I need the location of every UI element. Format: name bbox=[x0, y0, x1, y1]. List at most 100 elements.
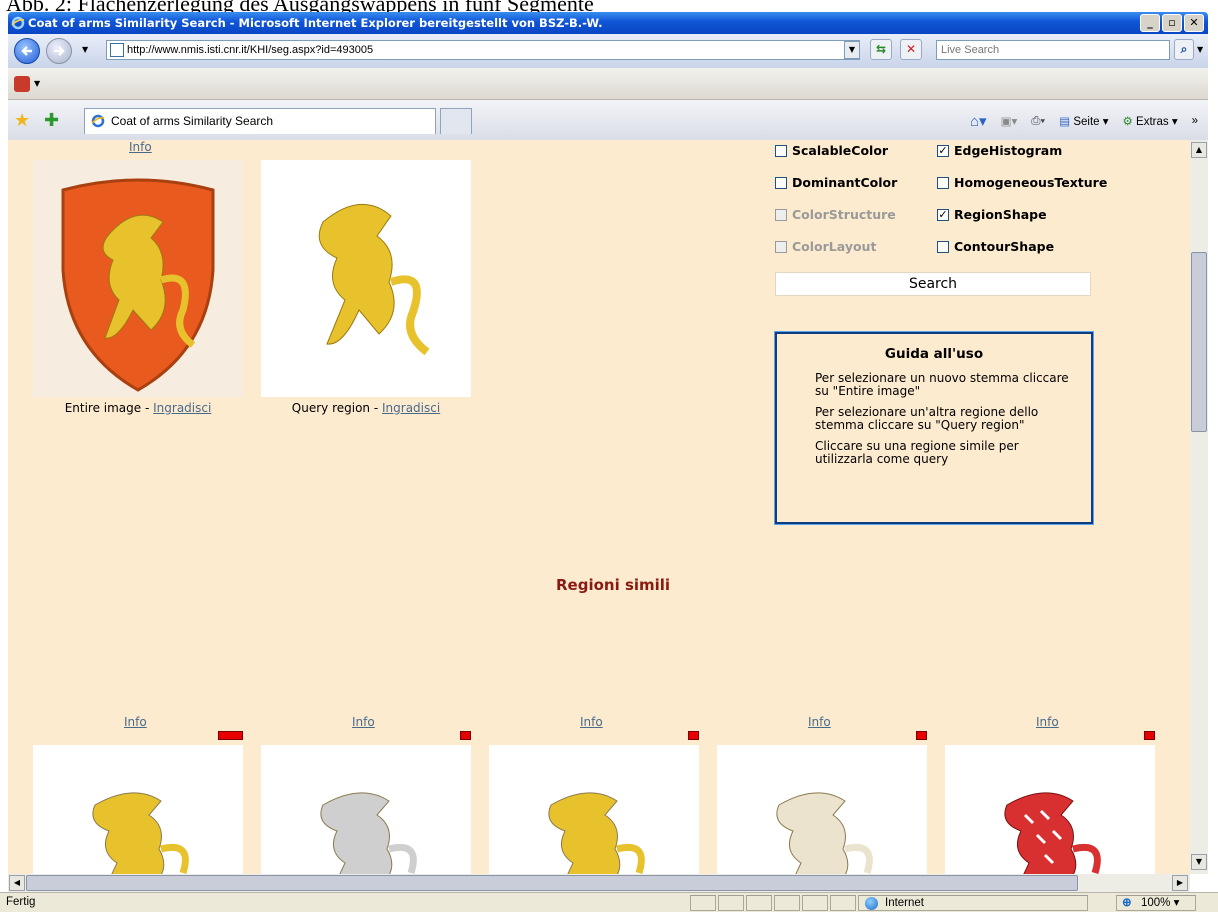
lion-thumbnail-image bbox=[320, 792, 417, 874]
region-enlarge-link[interactable]: Ingradisci bbox=[382, 401, 440, 415]
minimize-button[interactable]: _ bbox=[1140, 14, 1160, 32]
refresh-button[interactable]: ⇆ bbox=[870, 39, 892, 60]
pdf-addon-icon[interactable] bbox=[14, 76, 30, 92]
result-thumbnail[interactable] bbox=[489, 745, 699, 874]
usage-guide-box: Guida all'uso Per selezionare un nuovo s… bbox=[774, 331, 1094, 525]
close-window-button[interactable]: ✕ bbox=[1184, 14, 1204, 32]
status-cell bbox=[690, 895, 716, 911]
chevron-more-icon[interactable]: » bbox=[1192, 115, 1198, 127]
result-thumbnail[interactable] bbox=[717, 745, 927, 874]
back-arrow-icon bbox=[21, 46, 32, 56]
similarity-bar bbox=[916, 731, 927, 740]
search-button[interactable]: Search bbox=[775, 272, 1091, 296]
status-text: Fertig bbox=[6, 896, 36, 908]
vertical-scroll-thumb[interactable] bbox=[1191, 252, 1207, 432]
checkbox-label: ColorStructure bbox=[792, 207, 896, 222]
feeds-icon[interactable]: ▣▾ bbox=[1001, 114, 1018, 128]
checkbox-box bbox=[775, 208, 787, 221]
guide-step-2: Per selezionare un'altra regione dello s… bbox=[815, 405, 1039, 432]
home-icon[interactable]: ⌂▾ bbox=[970, 112, 987, 130]
lion-thumbnail-image bbox=[1004, 792, 1101, 874]
checkbox-box[interactable] bbox=[775, 144, 787, 157]
checkbox-box bbox=[775, 240, 787, 253]
descriptor-colorlayout-checkbox: ColorLayout bbox=[775, 239, 876, 254]
horizontal-scroll-thumb[interactable] bbox=[26, 875, 1078, 891]
address-dropdown-icon[interactable]: ▼ bbox=[844, 41, 860, 59]
favorites-star-icon[interactable]: ★ bbox=[14, 110, 30, 131]
checkbox-box[interactable] bbox=[775, 176, 787, 189]
search-options-icon[interactable]: ▼ bbox=[1197, 45, 1203, 54]
lion-region-image bbox=[318, 203, 430, 356]
addon-dropdown-icon[interactable]: ▼ bbox=[34, 79, 40, 88]
checkbox-label: RegionShape bbox=[954, 207, 1047, 222]
search-go-button[interactable]: ⌕ bbox=[1174, 39, 1194, 60]
similarity-bar bbox=[688, 731, 699, 740]
page-menu[interactable]: ▤ Seite ▾ bbox=[1059, 114, 1108, 128]
descriptor-homogeneoustexture-checkbox[interactable]: HomogeneousTexture bbox=[937, 175, 1107, 190]
scroll-up-icon[interactable]: ▲ bbox=[1191, 142, 1207, 158]
descriptor-contourshape-checkbox[interactable]: ContourShape bbox=[937, 239, 1054, 254]
entire-enlarge-link[interactable]: Ingradisci bbox=[153, 401, 211, 415]
status-cell bbox=[830, 895, 856, 911]
address-url: http://www.nmis.isti.cnr.it/KHI/seg.aspx… bbox=[127, 44, 374, 56]
result-thumbnail[interactable] bbox=[261, 745, 471, 874]
scroll-right-icon[interactable]: ▶ bbox=[1172, 875, 1188, 891]
addon-toolbar: ▼ bbox=[8, 68, 1208, 100]
result-info-link[interactable]: Info bbox=[808, 715, 831, 729]
query-region-image[interactable] bbox=[261, 160, 471, 397]
entire-image-caption: Entire image - Ingradisci bbox=[64, 401, 212, 415]
checkbox-box[interactable] bbox=[937, 176, 949, 189]
result-info-link[interactable]: Info bbox=[124, 715, 147, 729]
tab-coat-of-arms[interactable]: Coat of arms Similarity Search bbox=[84, 108, 436, 134]
page-icon: ▤ bbox=[1059, 116, 1071, 128]
new-tab-button[interactable] bbox=[440, 108, 472, 134]
page-favicon-icon bbox=[110, 43, 124, 57]
stop-button[interactable]: ✕ bbox=[900, 39, 922, 60]
descriptor-scalablecolor-checkbox[interactable]: ScalableColor bbox=[775, 143, 888, 158]
lion-thumbnail-image bbox=[548, 792, 645, 874]
live-search-input[interactable]: Live Search bbox=[936, 40, 1170, 60]
add-favorite-icon[interactable]: ✚ bbox=[44, 110, 59, 131]
print-icon[interactable]: ⎙▾ bbox=[1031, 115, 1045, 128]
guide-step-3: Cliccare su una regione simile per utili… bbox=[815, 439, 1019, 466]
tools-menu[interactable]: ⚙ Extras ▾ bbox=[1123, 114, 1178, 128]
history-dropdown-icon[interactable]: ▼ bbox=[82, 45, 88, 54]
entire-image[interactable] bbox=[33, 160, 243, 397]
result-info-link[interactable]: Info bbox=[352, 715, 375, 729]
tabs-toolbar: ★ ✚ Coat of arms Similarity Search ⌂▾ ▣▾… bbox=[8, 100, 1208, 140]
descriptor-dominantcolor-checkbox[interactable]: DominantColor bbox=[775, 175, 897, 190]
similarity-bar bbox=[218, 731, 243, 740]
guide-step-1: Per selezionare un nuovo stemma cliccare… bbox=[815, 371, 1069, 398]
result-info-link[interactable]: Info bbox=[1036, 715, 1059, 729]
status-bar: Fertig Internet ⊕ 100% ▾ bbox=[0, 892, 1218, 912]
descriptor-regionshape-checkbox[interactable]: ✓ RegionShape bbox=[937, 207, 1047, 222]
zoom-icon: ⊕ bbox=[1122, 897, 1132, 909]
scroll-down-icon[interactable]: ▼ bbox=[1191, 854, 1207, 870]
globe-icon bbox=[865, 897, 878, 910]
result-thumbnail[interactable] bbox=[33, 745, 243, 874]
maximize-button[interactable]: ▫ bbox=[1162, 14, 1182, 32]
tab-title: Coat of arms Similarity Search bbox=[111, 114, 274, 128]
checkbox-label: HomogeneousTexture bbox=[954, 175, 1108, 190]
address-bar[interactable]: http://www.nmis.isti.cnr.it/KHI/seg.aspx… bbox=[106, 40, 860, 60]
checkbox-box[interactable]: ✓ bbox=[937, 208, 949, 221]
result-thumbnail[interactable] bbox=[945, 745, 1155, 874]
status-cell bbox=[802, 895, 828, 911]
shield-image bbox=[61, 178, 215, 392]
checkbox-box[interactable] bbox=[937, 240, 949, 253]
checkbox-box[interactable]: ✓ bbox=[937, 144, 949, 157]
checkbox-label: ColorLayout bbox=[792, 239, 877, 254]
back-button[interactable] bbox=[14, 38, 40, 64]
checkbox-label: EdgeHistogram bbox=[954, 143, 1063, 158]
forward-button[interactable] bbox=[46, 38, 72, 64]
security-zone[interactable]: Internet bbox=[858, 895, 1088, 911]
vertical-scrollbar[interactable]: ▲ ▼ bbox=[1190, 140, 1208, 874]
zoom-control[interactable]: ⊕ 100% ▾ bbox=[1116, 895, 1196, 911]
descriptor-edgehistogram-checkbox[interactable]: ✓ EdgeHistogram bbox=[937, 143, 1062, 158]
descriptor-colorstructure-checkbox: ColorStructure bbox=[775, 207, 896, 222]
result-info-link[interactable]: Info bbox=[580, 715, 603, 729]
query-info-link[interactable]: Info bbox=[129, 140, 152, 154]
scroll-left-icon[interactable]: ◀ bbox=[9, 875, 25, 891]
horizontal-scrollbar[interactable]: ◀ ▶ bbox=[8, 874, 1190, 892]
similarity-bar bbox=[460, 731, 471, 740]
